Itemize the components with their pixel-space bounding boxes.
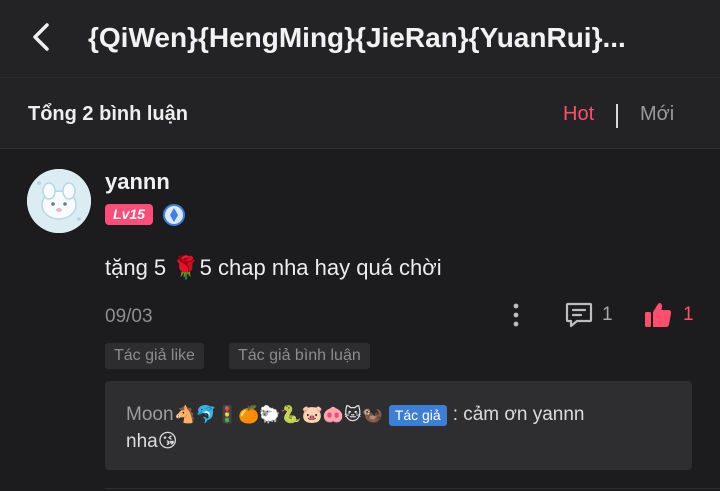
author-commented-tag: Tác giả bình luận [229, 343, 370, 369]
reply-text-line1: : cảm ơn yannn [452, 404, 585, 425]
comment-content: tặng 5 🌹5 chap nha hay quá chời [105, 255, 442, 280]
reply-count: 1 [602, 304, 613, 325]
username[interactable]: yannn [105, 169, 170, 195]
rank-badge-icon [163, 204, 185, 226]
more-vertical-icon [513, 303, 519, 327]
reply-button[interactable]: 1 [564, 301, 613, 329]
back-button[interactable] [24, 20, 58, 54]
level-badge: Lv15 [105, 204, 153, 225]
top-app-bar: {QiWen}{HengMing}{JieRan}{YuanRui}... [0, 0, 720, 78]
reply-author-emojis: 🐴🐬🚦🍊🐑🐍🐷🐽🐱🦦 [174, 405, 383, 424]
author-liked-tag: Tác giả like [105, 343, 204, 369]
more-options-button[interactable] [504, 301, 528, 329]
avatar-image [27, 169, 91, 233]
author-tag: Tác giả [388, 404, 447, 426]
author-reply[interactable]: Moon 🐴🐬🚦🍊🐑🐍🐷🐽🐱🦦 Tác giả : cảm ơn yannn n… [105, 381, 692, 470]
avatar[interactable] [27, 169, 91, 233]
sort-divider [616, 104, 618, 128]
thumbs-up-icon [645, 303, 672, 327]
sort-new-tab[interactable]: Mới [640, 103, 674, 126]
chevron-left-icon [33, 23, 49, 51]
sort-hot-tab[interactable]: Hot [563, 103, 594, 126]
comment-icon [565, 302, 593, 328]
divider [105, 488, 720, 489]
reply-author-name[interactable]: Moon [126, 404, 174, 426]
comments-sort-bar: Tổng 2 bình luận Hot Mới [0, 78, 720, 149]
comment-date: 09/03 [105, 306, 153, 327]
comment-item: yannn Lv15 tặng 5 🌹5 chap nha hay quá ch… [0, 149, 720, 491]
page-title: {QiWen}{HengMing}{JieRan}{YuanRui}... [88, 22, 626, 53]
like-count: 1 [683, 304, 694, 325]
like-button[interactable]: 1 [643, 301, 694, 329]
reply-text-line2: nha😘 [126, 431, 178, 452]
reply-header: Moon 🐴🐬🚦🍊🐑🐍🐷🐽🐱🦦 Tác giả : cảm ơn yannn [126, 403, 585, 427]
comment-total: Tổng 2 bình luận [28, 103, 188, 125]
